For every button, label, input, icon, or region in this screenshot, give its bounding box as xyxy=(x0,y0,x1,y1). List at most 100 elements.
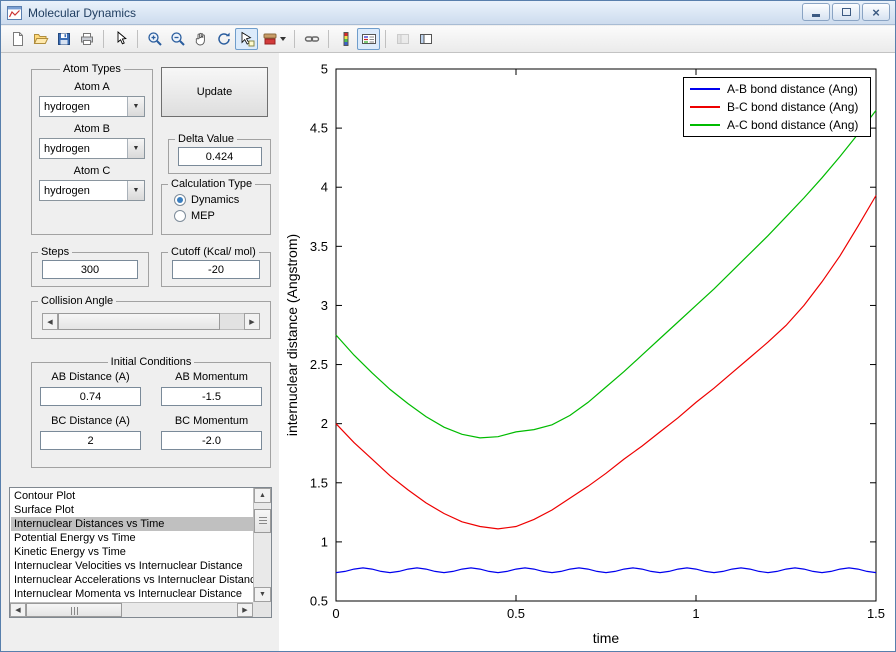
steps-title: Steps xyxy=(41,246,70,258)
chart-region: 0 0.5 1 1.5 0.5 1 1.5 2 2.5 3 3.5 4 4.5 5 time internuc… xyxy=(279,53,896,652)
radio-mep[interactable]: MEP xyxy=(174,210,264,222)
brush-icon[interactable] xyxy=(258,28,289,50)
listbox-vscrollbar[interactable]: ▲ ▼ xyxy=(253,488,271,602)
svg-text:4.5: 4.5 xyxy=(310,121,328,136)
collision-angle-slider[interactable]: ◀ ▶ xyxy=(42,313,260,330)
new-figure-icon[interactable] xyxy=(6,28,29,50)
toolbar-separator xyxy=(328,30,329,48)
svg-text:1.5: 1.5 xyxy=(867,606,885,621)
scroll-left-icon[interactable]: ◀ xyxy=(42,313,58,330)
list-item[interactable]: Potential Energy vs Time xyxy=(11,531,253,545)
ab-distance-input[interactable] xyxy=(40,387,141,406)
legend-line-sample xyxy=(690,106,720,108)
rotate-3d-icon[interactable] xyxy=(212,28,235,50)
edit-plot-icon[interactable] xyxy=(109,28,132,50)
plot-type-listbox[interactable]: Contour Plot Surface Plot Internuclear Dis… xyxy=(9,487,272,618)
list-item[interactable]: Internuclear Velocities vs Internuclear … xyxy=(11,559,253,573)
vscroll-thumb[interactable] xyxy=(254,509,271,533)
close-button[interactable]: × xyxy=(862,3,890,21)
slider-thumb[interactable] xyxy=(58,313,220,330)
save-figure-icon[interactable] xyxy=(52,28,75,50)
data-cursor-icon[interactable] xyxy=(235,28,258,50)
calculation-type-panel: Calculation Type Dynamics MEP xyxy=(161,178,271,235)
chevron-down-icon[interactable]: ▼ xyxy=(127,97,144,116)
minimize-button[interactable] xyxy=(802,3,830,21)
calculation-type-title: Calculation Type xyxy=(171,178,253,190)
collision-angle-title: Collision Angle xyxy=(41,295,114,307)
scroll-up-icon[interactable]: ▲ xyxy=(254,488,271,503)
pan-icon[interactable] xyxy=(189,28,212,50)
svg-text:0: 0 xyxy=(332,606,339,621)
svg-text:1: 1 xyxy=(321,534,328,549)
cutoff-input[interactable] xyxy=(172,260,260,279)
insert-colorbar-icon[interactable] xyxy=(334,28,357,50)
scroll-left-icon[interactable]: ◀ xyxy=(10,603,26,617)
atom-a-label: Atom A xyxy=(74,81,110,93)
ab-momentum-label: AB Momentum xyxy=(175,371,248,383)
show-plot-tools-icon[interactable] xyxy=(414,28,437,50)
hscroll-thumb[interactable] xyxy=(26,603,122,617)
listbox-hscrollbar[interactable]: ◀ ▶ xyxy=(10,602,253,617)
slider-track[interactable] xyxy=(58,313,244,330)
atom-c-dropdown[interactable]: hydrogen ▼ xyxy=(39,180,145,201)
link-plot-icon[interactable] xyxy=(300,28,323,50)
radio-icon[interactable] xyxy=(174,194,186,206)
bc-momentum-input[interactable] xyxy=(161,431,262,450)
scroll-right-icon[interactable]: ▶ xyxy=(237,603,253,617)
legend-label: A-C bond distance (Ang) xyxy=(727,118,859,132)
chart-legend[interactable]: A-B bond distance (Ang) B-C bond distanc… xyxy=(683,77,871,137)
svg-text:time: time xyxy=(593,630,620,646)
ab-momentum-input[interactable] xyxy=(161,387,262,406)
zoom-in-icon[interactable] xyxy=(143,28,166,50)
insert-legend-icon[interactable] xyxy=(357,28,380,50)
atom-a-dropdown[interactable]: hydrogen ▼ xyxy=(39,96,145,117)
legend-label: A-B bond distance (Ang) xyxy=(727,82,858,96)
list-item[interactable]: Contour Plot xyxy=(11,489,253,503)
minimize-icon xyxy=(812,14,820,17)
bc-distance-input[interactable] xyxy=(40,431,141,450)
legend-entry: B-C bond distance (Ang) xyxy=(690,100,864,114)
svg-text:5: 5 xyxy=(321,62,328,77)
scroll-down-icon[interactable]: ▼ xyxy=(254,587,271,602)
atom-b-dropdown[interactable]: hydrogen ▼ xyxy=(39,138,145,159)
radio-dynamics[interactable]: Dynamics xyxy=(174,194,264,206)
svg-text:1: 1 xyxy=(692,606,699,621)
list-item[interactable]: Internuclear Distances vs Time xyxy=(11,517,253,531)
open-file-icon[interactable] xyxy=(29,28,52,50)
maximize-icon xyxy=(841,8,851,16)
figure-toolbar xyxy=(1,26,895,53)
hide-plot-tools-icon[interactable] xyxy=(391,28,414,50)
list-item[interactable]: Surface Plot xyxy=(11,503,253,517)
delta-value-title: Delta Value xyxy=(178,133,235,145)
print-figure-icon[interactable] xyxy=(75,28,98,50)
list-item[interactable]: Internuclear Accelerations vs Internucle… xyxy=(11,573,253,587)
svg-text:0.5: 0.5 xyxy=(310,594,328,609)
steps-input[interactable] xyxy=(42,260,138,279)
legend-label: B-C bond distance (Ang) xyxy=(727,100,859,114)
list-item[interactable]: Kinetic Energy vs Time xyxy=(11,545,253,559)
legend-entry: A-C bond distance (Ang) xyxy=(690,118,864,132)
svg-text:0.5: 0.5 xyxy=(507,606,525,621)
maximize-button[interactable] xyxy=(832,3,860,21)
delta-value-input[interactable] xyxy=(177,147,262,166)
chevron-down-icon[interactable]: ▼ xyxy=(127,139,144,158)
update-button[interactable]: Update xyxy=(161,67,268,117)
chevron-down-icon[interactable]: ▼ xyxy=(127,181,144,200)
svg-text:2.5: 2.5 xyxy=(310,357,328,372)
svg-text:3: 3 xyxy=(321,298,328,313)
figure-content: 0 0.5 1 1.5 0.5 1 1.5 2 2.5 3 3.5 4 4.5 5 time internuc… xyxy=(1,53,896,652)
titlebar: Molecular Dynamics × xyxy=(1,1,895,25)
ab-distance-label: AB Distance (A) xyxy=(51,371,130,383)
atom-types-panel: Atom Types Atom A hydrogen ▼ Atom B hydr… xyxy=(31,63,153,235)
radio-icon[interactable] xyxy=(174,210,186,222)
zoom-out-icon[interactable] xyxy=(166,28,189,50)
chart-plot[interactable]: 0 0.5 1 1.5 0.5 1 1.5 2 2.5 3 3.5 4 4.5 5 time internuc… xyxy=(279,53,896,652)
dropdown-caret-icon[interactable] xyxy=(279,37,286,41)
svg-text:1.5: 1.5 xyxy=(310,475,328,490)
atom-b-label: Atom B xyxy=(73,123,111,135)
atom-types-title: Atom Types xyxy=(63,63,121,75)
app-window: Molecular Dynamics × 0 0.5 1 1.5 0.5 1 1… xyxy=(0,0,896,652)
window-controls: × xyxy=(802,3,890,21)
list-item[interactable]: Internuclear Momenta vs Internuclear Dis… xyxy=(11,587,253,601)
scroll-right-icon[interactable]: ▶ xyxy=(244,313,260,330)
